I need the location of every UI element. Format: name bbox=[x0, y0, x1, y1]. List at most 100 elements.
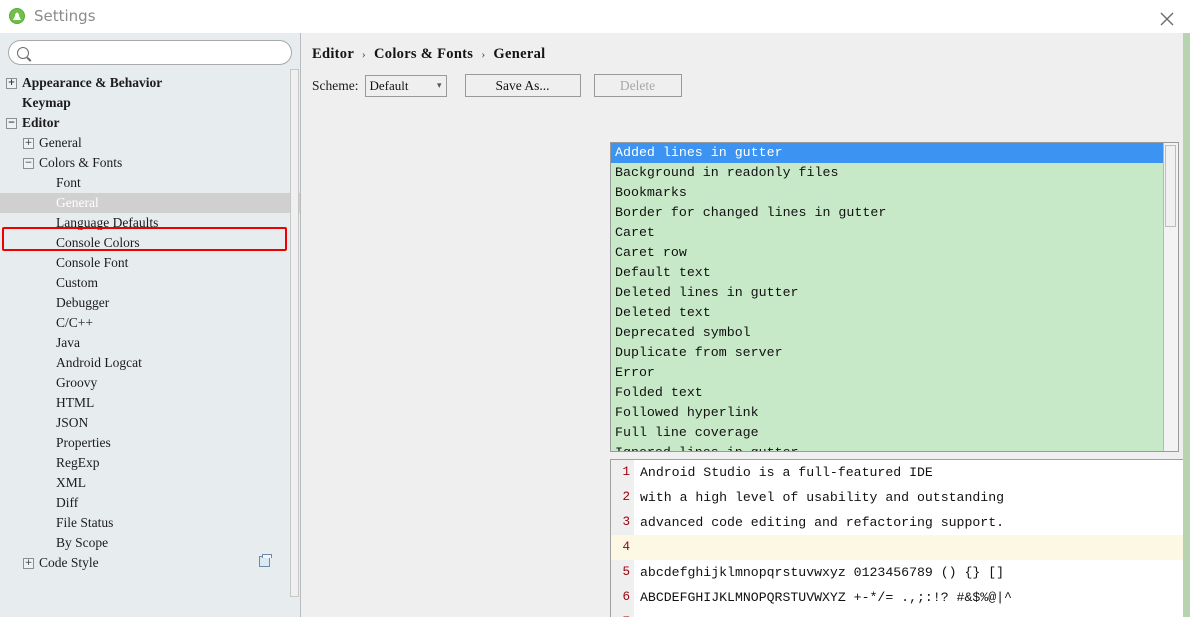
preview-pane[interactable]: 1 Android Studio is a full-featured IDE 2 w… bbox=[610, 459, 1190, 617]
preview-line: 7 bbox=[611, 610, 1190, 617]
preview-line: 1 Android Studio is a full-featured IDE bbox=[611, 460, 1190, 485]
sidebar-item-custom[interactable]: Custom bbox=[0, 273, 300, 293]
color-attribute-item[interactable]: Folded text bbox=[611, 383, 1163, 403]
sidebar-item-label: Java bbox=[56, 335, 80, 350]
breadcrumb-colors-fonts[interactable]: Colors & Fonts bbox=[374, 46, 473, 62]
sidebar-item-language-defaults[interactable]: Language Defaults bbox=[0, 213, 300, 233]
sidebar-item-keymap[interactable]: Keymap bbox=[0, 93, 300, 113]
sidebar-item-json[interactable]: JSON bbox=[0, 413, 300, 433]
line-text: abcdefghijklmnopqrstuvwxyz 0123456789 ()… bbox=[640, 565, 1005, 580]
preview-line: 6 ABCDEFGHIJKLMNOPQRSTUVWXYZ +-*/= .,;:!?… bbox=[611, 585, 1190, 610]
sidebar-item-colors-fonts[interactable]: − Colors & Fonts bbox=[0, 153, 300, 173]
sidebar-item-label: JSON bbox=[56, 415, 89, 430]
preview-line: 3 advanced code editing and refactoring s… bbox=[611, 510, 1190, 535]
sidebar-item-label: Android Logcat bbox=[56, 355, 142, 370]
list-scrollbar-thumb[interactable] bbox=[1165, 145, 1176, 227]
breadcrumb: Editor › Colors & Fonts › General bbox=[301, 33, 1190, 63]
color-attribute-item[interactable]: Followed hyperlink bbox=[611, 403, 1163, 423]
sidebar-item-code-style[interactable]: + Code Style bbox=[0, 553, 300, 573]
sidebar-item-label: Console Font bbox=[56, 255, 129, 270]
sidebar-item-label: Language Defaults bbox=[56, 215, 159, 230]
sidebar-item-label: Diff bbox=[56, 495, 79, 510]
collapse-icon[interactable]: − bbox=[23, 157, 34, 169]
expand-icon[interactable]: + bbox=[6, 77, 17, 89]
sidebar-item-label: Editor bbox=[22, 115, 60, 130]
close-icon[interactable] bbox=[1156, 8, 1178, 30]
color-attribute-item[interactable]: Duplicate from server bbox=[611, 343, 1163, 363]
collapse-icon[interactable]: − bbox=[6, 117, 17, 129]
sidebar-item-file-status[interactable]: File Status bbox=[0, 513, 300, 533]
sidebar-item-xml[interactable]: XML bbox=[0, 473, 300, 493]
sidebar-item-label: General bbox=[39, 135, 82, 150]
sidebar-item-console-colors[interactable]: Console Colors bbox=[0, 233, 300, 253]
sidebar-item-console-font[interactable]: Console Font bbox=[0, 253, 300, 273]
line-number: 3 bbox=[611, 510, 634, 535]
preview-code: 1 Android Studio is a full-featured IDE 2 w… bbox=[611, 460, 1190, 617]
scheme-dropdown-value: Default bbox=[369, 77, 409, 93]
color-attribute-item[interactable]: Deprecated symbol bbox=[611, 323, 1163, 343]
expand-icon[interactable]: + bbox=[23, 557, 34, 569]
sidebar-item-label: Console Colors bbox=[56, 235, 140, 250]
sidebar-item-html[interactable]: HTML bbox=[0, 393, 300, 413]
color-attribute-item[interactable]: Default text bbox=[611, 263, 1163, 283]
sidebar-item-android-logcat[interactable]: Android Logcat bbox=[0, 353, 300, 373]
sidebar-item-properties[interactable]: Properties bbox=[0, 433, 300, 453]
sidebar-item-general[interactable]: + General bbox=[0, 133, 300, 153]
chevron-down-icon: ▾ bbox=[436, 80, 442, 90]
sidebar-item-label: Properties bbox=[56, 435, 111, 450]
sidebar-item-label: Groovy bbox=[56, 375, 98, 390]
line-number: 6 bbox=[611, 585, 634, 610]
sidebar-item-diff[interactable]: Diff bbox=[0, 493, 300, 513]
color-attribute-item[interactable]: Deleted lines in gutter bbox=[611, 283, 1163, 303]
sidebar-item-editor[interactable]: − Editor bbox=[0, 113, 300, 133]
scheme-dropdown[interactable]: Default ▾ bbox=[364, 74, 447, 97]
sidebar-item-label: HTML bbox=[56, 395, 95, 410]
line-text: with a high level of usability and outst… bbox=[640, 490, 1005, 505]
sidebar-item-label: File Status bbox=[56, 515, 114, 530]
sidebar-item-label: By Scope bbox=[56, 535, 109, 550]
line-number: 2 bbox=[611, 485, 634, 510]
search-container bbox=[0, 33, 300, 69]
sidebar-item-by-scope[interactable]: By Scope bbox=[0, 533, 300, 553]
sidebar-item-c-c[interactable]: C/C++ bbox=[0, 313, 300, 333]
line-text bbox=[634, 610, 640, 617]
breadcrumb-separator-2: › bbox=[481, 47, 486, 61]
breadcrumb-editor[interactable]: Editor bbox=[312, 46, 354, 62]
sidebar-scrollbar-thumb[interactable] bbox=[290, 69, 299, 597]
settings-sidebar: + Appearance & Behavior Keymap − Editor + Gene… bbox=[0, 33, 301, 617]
list-scrollbar[interactable] bbox=[1163, 143, 1178, 451]
sidebar-item-groovy[interactable]: Groovy bbox=[0, 373, 300, 393]
color-attribute-list[interactable]: Added lines in gutter Background in reado… bbox=[610, 142, 1179, 452]
sidebar-item-regexp[interactable]: RegExp bbox=[0, 453, 300, 473]
sidebar-item-appearance-behavior[interactable]: + Appearance & Behavior bbox=[0, 73, 300, 93]
sidebar-item-label: Appearance & Behavior bbox=[22, 75, 163, 90]
sidebar-item-general[interactable]: General bbox=[0, 193, 300, 213]
sidebar-item-label: Keymap bbox=[22, 95, 71, 110]
copy-icon bbox=[259, 554, 272, 567]
search-input[interactable] bbox=[33, 43, 283, 62]
sidebar-item-label: Custom bbox=[56, 275, 99, 290]
color-attribute-item[interactable]: Caret row bbox=[611, 243, 1163, 263]
color-attribute-item[interactable]: Error bbox=[611, 363, 1163, 383]
color-attribute-item[interactable]: Border for changed lines in gutter bbox=[611, 203, 1163, 223]
color-attribute-item[interactable]: Background in readonly files bbox=[611, 163, 1163, 183]
sidebar-item-label: Colors & Fonts bbox=[39, 155, 123, 170]
save-as-button[interactable]: Save As... bbox=[464, 74, 581, 97]
color-attribute-item[interactable]: Ignored lines in gutter bbox=[611, 443, 1163, 451]
search-box[interactable] bbox=[8, 40, 292, 65]
delete-button[interactable]: Delete bbox=[593, 74, 682, 97]
sidebar-item-font[interactable]: Font bbox=[0, 173, 300, 193]
color-attribute-item[interactable]: Added lines in gutter bbox=[611, 143, 1163, 163]
settings-tree: + Appearance & Behavior Keymap − Editor + Gene… bbox=[0, 69, 300, 573]
color-attribute-item[interactable]: Caret bbox=[611, 223, 1163, 243]
color-attribute-item[interactable]: Deleted text bbox=[611, 303, 1163, 323]
color-attribute-item[interactable]: Full line coverage bbox=[611, 423, 1163, 443]
color-attribute-item[interactable]: Bookmarks bbox=[611, 183, 1163, 203]
scheme-toolbar: Scheme: Default ▾ Save As... Delete bbox=[312, 74, 1190, 97]
sidebar-item-label: XML bbox=[56, 475, 86, 490]
sidebar-item-label: Font bbox=[56, 175, 81, 190]
line-text: Android Studio is a full-featured IDE bbox=[640, 465, 933, 480]
expand-icon[interactable]: + bbox=[23, 137, 34, 149]
sidebar-item-java[interactable]: Java bbox=[0, 333, 300, 353]
sidebar-item-debugger[interactable]: Debugger bbox=[0, 293, 300, 313]
